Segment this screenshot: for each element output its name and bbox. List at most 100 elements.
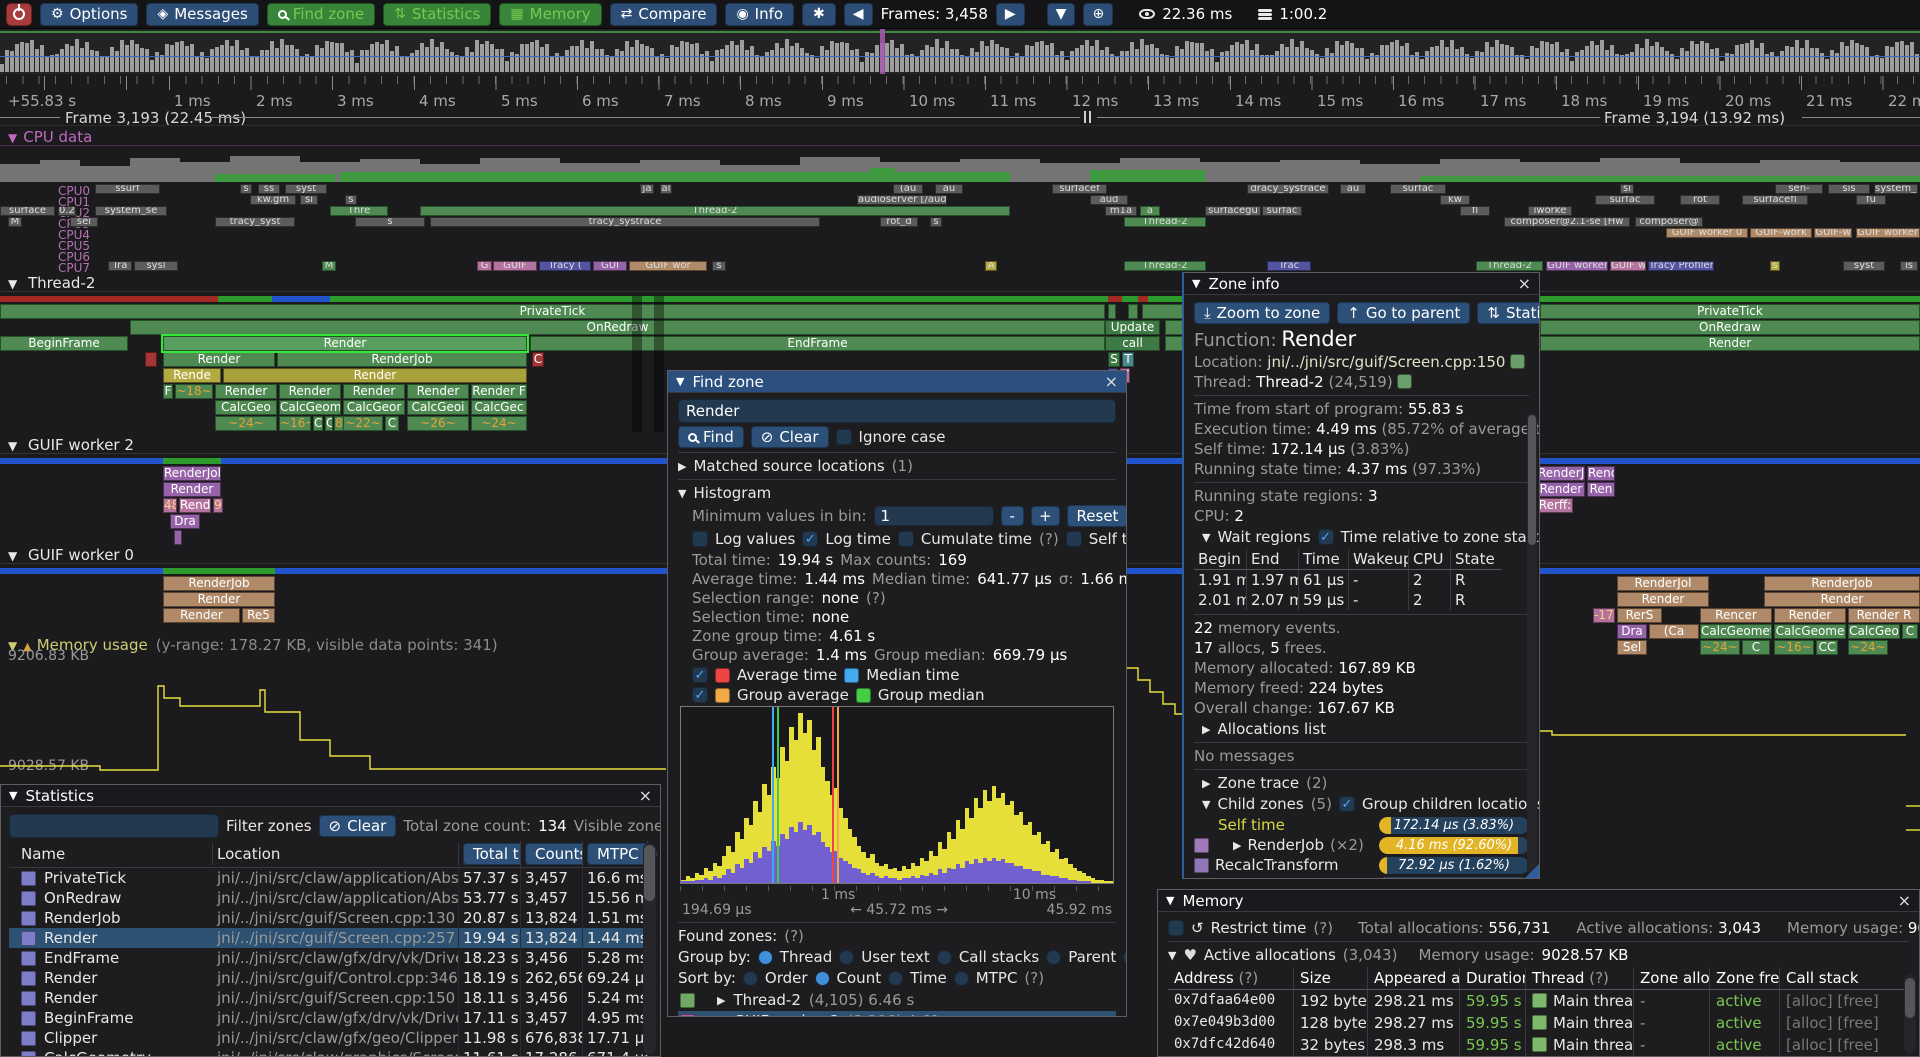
total-zone-count-label: Total zone count: <box>403 817 531 835</box>
allocation-row[interactable]: 0x7dfc42d64032 bytes298.3 ms59.95 sMain … <box>1168 1034 1909 1056</box>
table-row[interactable]: BeginFramejni/../jni/src/claw/gfx/drv/vk… <box>9 1008 652 1028</box>
table-row[interactable]: OnRedrawjni/../jni/src/claw/application/… <box>9 888 652 908</box>
table-row[interactable]: Clipperjni/../jni/src/claw/gfx/geo/Clipp… <box>9 1028 652 1048</box>
histogram-legend: ✓Average timeMedian time✓Group averageGr… <box>692 666 1116 704</box>
radio-time[interactable] <box>888 971 903 986</box>
filter-input[interactable] <box>9 814 219 838</box>
zone-trace-section[interactable]: ▶ Zone trace (2) <box>1202 774 1529 792</box>
radio-mtpc[interactable] <box>954 971 969 986</box>
close-icon[interactable]: × <box>1518 274 1531 293</box>
child-zone-row[interactable]: ▶RenderJob(×2)4.16 ms (92.60%) <box>1194 836 1529 854</box>
collapse-icon[interactable]: ▼ <box>1202 531 1210 544</box>
wait-region-row[interactable]: 1.91 ms1.97 ms61 µs-2R <box>1194 570 1529 590</box>
collapse-icon[interactable]: ▼ <box>1168 949 1176 962</box>
stat-label: σ: <box>1059 570 1074 588</box>
info-button[interactable]: ◉Info <box>725 3 794 26</box>
reset-button[interactable]: Reset <box>1067 505 1127 527</box>
radio-thread[interactable] <box>758 950 773 965</box>
radio-call-stacks[interactable] <box>937 950 952 965</box>
goto-frame-button[interactable]: ⊕ <box>1083 3 1113 26</box>
table-row[interactable]: Renderjni/../jni/src/guif/Control.cpp:34… <box>9 968 652 988</box>
histogram-section[interactable]: ▼ Histogram <box>678 484 1116 502</box>
prev-frame-button[interactable]: ◀ <box>844 3 873 26</box>
table-row[interactable]: Renderjni/../jni/src/guif/Screen.cpp:150… <box>9 988 652 1008</box>
zoom-to-zone-button[interactable]: ⤓Zoom to zone <box>1194 302 1330 324</box>
resize-handle[interactable] <box>1525 864 1539 878</box>
find-zone-titlebar[interactable]: ▼ Find zone × <box>668 371 1126 393</box>
power-button[interactable] <box>6 3 32 26</box>
options-button[interactable]: ⚙Options <box>40 3 138 26</box>
messages-button[interactable]: ◈Messages <box>146 3 258 26</box>
find-button[interactable]: Find <box>678 426 744 448</box>
time-relative-checkbox[interactable]: ✓ <box>1318 529 1334 545</box>
allocation-row[interactable]: 0x7e049b3d00128 bytes298.27 ms59.95 sMai… <box>1168 1012 1909 1034</box>
min-bin-increment[interactable]: + <box>1031 506 1060 526</box>
clear-button[interactable]: ⊘Clear <box>751 426 829 448</box>
radio-parent[interactable] <box>1046 950 1061 965</box>
legend-checkbox[interactable]: ✓ <box>692 667 708 683</box>
zone-render[interactable]: Render <box>163 336 527 351</box>
child-zone-row[interactable]: CalcRenderNodes51.51 µs (1.15%) <box>1194 876 1529 879</box>
found-group-row[interactable]: ▶GUIF worker 2(3,296) 4.61 s <box>678 1011 1116 1017</box>
statistics-scrollbar[interactable] <box>643 843 656 1054</box>
table-row[interactable]: Renderjni/../jni/src/guif/Screen.cpp:257… <box>9 928 652 948</box>
allocation-row[interactable]: 0x7dfaa64e00192 bytes298.21 ms59.95 sMai… <box>1168 990 1909 1012</box>
stat-value: 669.79 µs <box>993 646 1068 664</box>
checkbox-log-time[interactable]: ✓ <box>802 531 818 547</box>
statistics-button[interactable]: ⇅Statistics <box>1477 302 1540 324</box>
sort-mtpc-button[interactable]: MTPC <box>587 843 648 865</box>
zone-info-titlebar[interactable]: ▼ Zone info × <box>1184 273 1539 295</box>
table-row[interactable]: PrivateTickjni/../jni/src/claw/applicati… <box>9 868 652 888</box>
frames-counter: Frames: 3,458 <box>881 5 988 23</box>
memory-scrollbar[interactable] <box>1904 974 1916 1053</box>
radio-count[interactable] <box>815 971 830 986</box>
collapse-icon: ▼ <box>678 487 686 500</box>
time-label: Execution time: <box>1194 420 1316 438</box>
radio-order[interactable] <box>743 971 758 986</box>
found-group-row[interactable]: ▶Thread-2(4,105) 6.46 s <box>678 990 1116 1010</box>
child-zone-row[interactable]: RecalcTransform72.92 µs (1.62%) <box>1194 856 1529 874</box>
close-icon[interactable]: × <box>1105 372 1118 391</box>
table-row[interactable]: CalcGeometryjni/../jni/src/claw/graphics… <box>9 1048 652 1057</box>
wait-region-row[interactable]: 2.01 ms2.07 ms59 µs-2R <box>1194 590 1529 610</box>
allocations-list[interactable]: ▶ Allocations list <box>1202 720 1529 738</box>
statistics-button[interactable]: ⇅Statistics <box>383 3 491 26</box>
memory-button[interactable]: ▦Memory <box>499 3 601 26</box>
histogram-statistics: Total time:19.94 sMax counts:169Average … <box>692 551 1116 664</box>
search-input[interactable] <box>678 399 1116 423</box>
checkbox-log-values[interactable] <box>692 531 708 547</box>
restrict-time-checkbox[interactable] <box>1168 920 1184 936</box>
compare-button[interactable]: ⇄Compare <box>610 3 718 26</box>
radio-user-text[interactable] <box>839 950 854 965</box>
min-bin-decrement[interactable]: - <box>1001 506 1024 526</box>
checkbox-self-time[interactable] <box>1066 531 1082 547</box>
close-icon[interactable]: × <box>639 786 652 805</box>
zone-counts: 3,456 <box>521 948 583 968</box>
min-bin-input[interactable] <box>874 506 994 526</box>
close-icon[interactable]: × <box>1898 891 1911 910</box>
alloc-call-stack: [alloc] [free] <box>1779 1034 1909 1056</box>
ignore-case-checkbox[interactable] <box>836 429 852 445</box>
table-row[interactable]: RenderJobjni/../jni/src/guif/Screen.cpp:… <box>9 908 652 928</box>
zone-info-scrollbar[interactable] <box>1527 413 1537 874</box>
alloc-call-stack: [alloc] [free] <box>1779 990 1909 1012</box>
sort-total-time-button[interactable]: Total tim <box>463 843 521 865</box>
find-zone-button[interactable]: Find zone <box>267 3 375 26</box>
memory-titlebar[interactable]: ▼ Memory × <box>1158 890 1919 912</box>
matched-source-locations[interactable]: ▶ Matched source locations (1) <box>678 457 1116 475</box>
clear-filter-button[interactable]: ⊘Clear <box>319 815 397 837</box>
group-children-checkbox[interactable]: ✓ <box>1339 796 1355 812</box>
legend-checkbox[interactable]: ✓ <box>692 687 708 703</box>
histogram-plot[interactable] <box>680 706 1114 884</box>
statistics-titlebar[interactable]: ▼ Statistics × <box>1 785 660 807</box>
go-to-parent-button[interactable]: ↑Go to parent <box>1337 302 1470 324</box>
tools-button[interactable]: ✱ <box>802 3 836 26</box>
radio-no-grouping[interactable] <box>1123 950 1127 965</box>
child-zones-section[interactable]: ▼ Child zones (5) ✓ Group children locat… <box>1202 795 1529 813</box>
focus-frame-button[interactable]: ▼ <box>1047 3 1076 26</box>
next-frame-button[interactable]: ▶ <box>996 3 1025 26</box>
zone-location: jni/../jni/src/guif/Screen.cpp:150 <box>213 988 459 1008</box>
checkbox-cumulate-time[interactable] <box>898 531 914 547</box>
table-row[interactable]: EndFramejni/../jni/src/claw/gfx/drv/vk/D… <box>9 948 652 968</box>
sort-counts-button[interactable]: Counts <box>525 843 583 865</box>
